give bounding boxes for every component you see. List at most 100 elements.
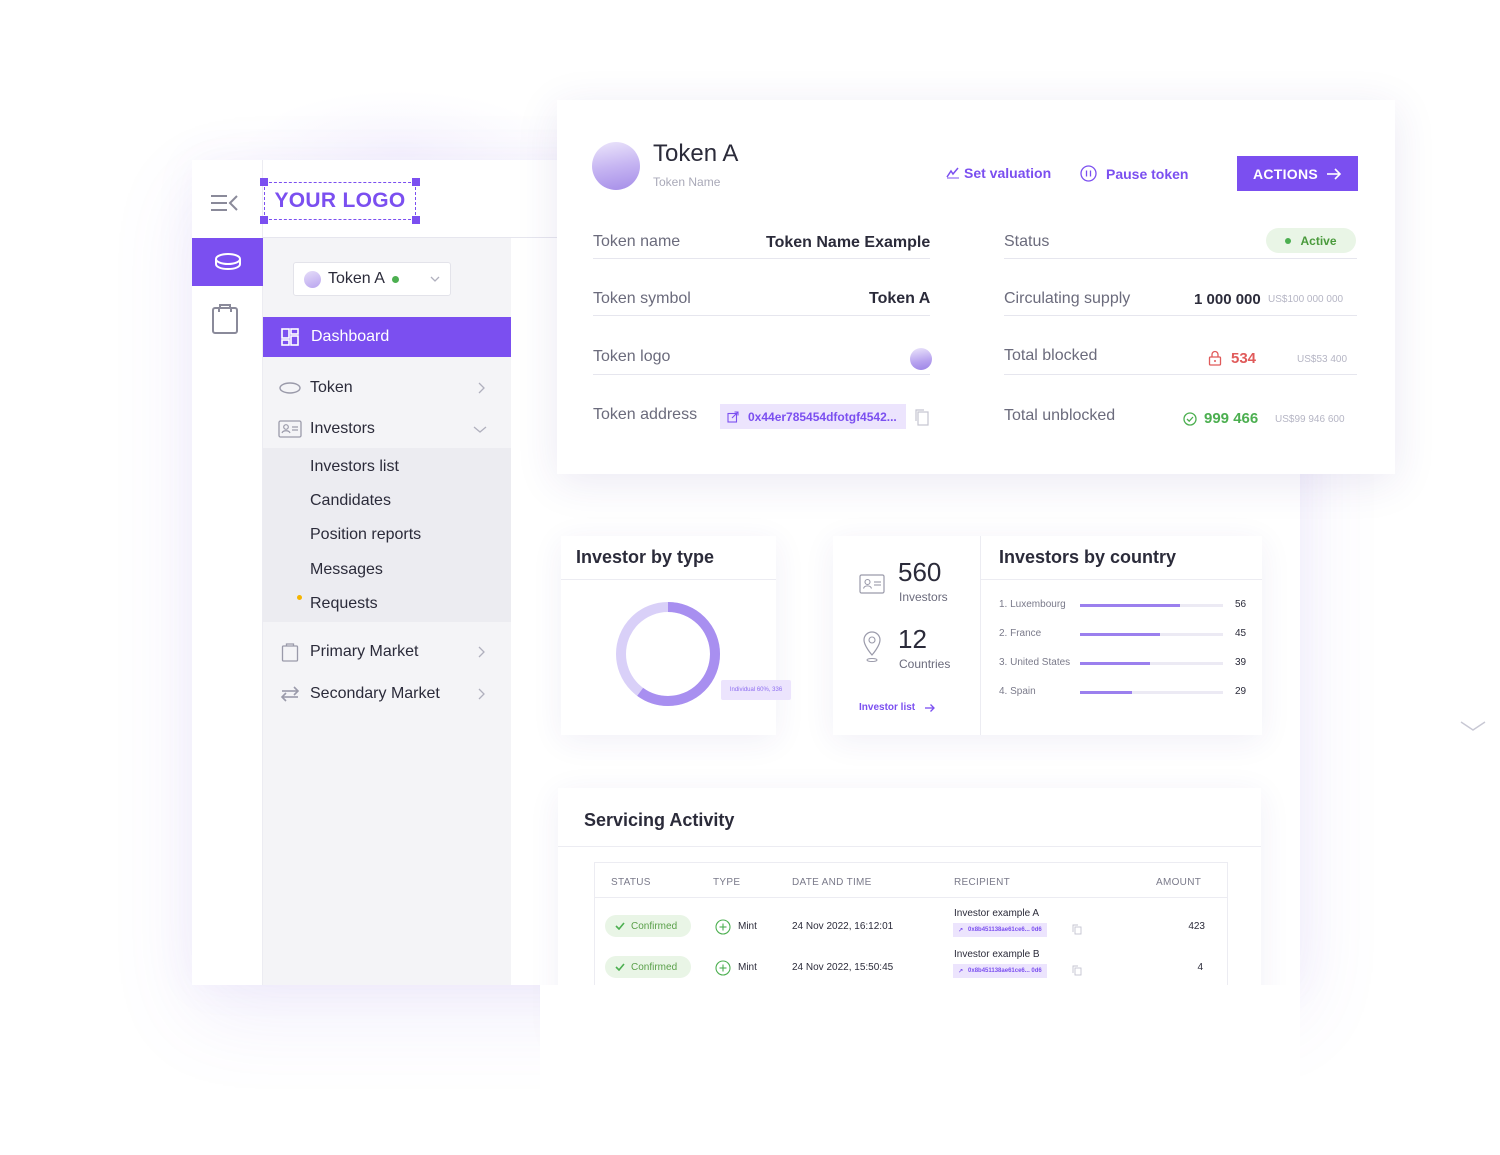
country-name: 2. France <box>999 628 1042 639</box>
token-address-link[interactable]: 0x44er785454dfotgf4542... <box>720 404 906 429</box>
chevron-right-icon <box>478 382 485 394</box>
type-cell: Mint <box>738 962 757 973</box>
external-link-icon <box>727 410 739 423</box>
amount-cell: 423 <box>1188 921 1205 932</box>
online-indicator <box>391 275 399 283</box>
token-selector-label: Token A <box>328 270 385 287</box>
token-selector[interactable]: Token A <box>293 262 451 296</box>
copy-icon[interactable] <box>1072 924 1082 935</box>
column-header-date[interactable]: DATE AND TIME <box>792 877 872 888</box>
transfer-arrows-icon <box>277 684 303 704</box>
sidebar-item-token[interactable]: Token <box>263 368 511 408</box>
token-symbol-label: Token symbol <box>593 290 691 307</box>
pause-token-button[interactable]: Pause token <box>1080 165 1188 182</box>
row-divider <box>593 374 930 375</box>
country-bar <box>1080 662 1150 665</box>
column-header-type[interactable]: TYPE <box>713 877 740 888</box>
country-bar <box>1080 633 1160 636</box>
set-valuation-label: Set valuation <box>964 165 1052 181</box>
copy-icon[interactable] <box>1072 965 1082 976</box>
scroll-down-chevron-icon[interactable] <box>1460 720 1486 732</box>
type-cell: Mint <box>738 921 757 932</box>
rail-token-button[interactable] <box>192 238 263 286</box>
country-row: 3. United States 39 <box>999 657 1249 671</box>
chevron-down-icon <box>473 426 487 433</box>
submenu-messages[interactable]: Messages <box>310 561 383 579</box>
token-address-value: 0x44er785454dfotgf4542... <box>748 409 897 424</box>
country-name: 1. Luxembourg <box>999 599 1066 610</box>
submenu-position-reports[interactable]: Position reports <box>310 526 421 544</box>
token-logo-label: Token logo <box>593 348 671 365</box>
shopping-bag-icon <box>277 642 303 662</box>
recipient-name: Investor example B <box>954 949 1040 960</box>
logo-placeholder: YOUR LOGO <box>260 178 420 224</box>
set-valuation-button[interactable]: Set valuation <box>946 165 1051 181</box>
external-link-icon: ↗ <box>958 968 964 975</box>
page-background <box>540 985 1300 1155</box>
table-row[interactable]: Confirmed Mint 24 Nov 2022, 15:50:45 Inv… <box>595 939 1227 980</box>
servicing-activity-title: Servicing Activity <box>584 810 735 830</box>
column-header-status[interactable]: STATUS <box>611 877 651 888</box>
investor-list-link[interactable]: Investor list <box>859 702 936 713</box>
sidebar-item-secondary-market[interactable]: Secondary Market <box>263 674 511 714</box>
country-value: 29 <box>1235 686 1247 697</box>
total-blocked-label: Total blocked <box>1004 347 1098 364</box>
location-pin-icon <box>863 631 881 662</box>
chevron-down-icon <box>430 276 440 282</box>
row-divider <box>1004 258 1357 259</box>
investors-overview-card: 560 Investors 12 Countries Investor list… <box>833 536 1262 735</box>
country-row: 4. Spain 29 <box>999 686 1249 700</box>
investors-count: 560 <box>898 557 942 587</box>
chevron-right-icon <box>478 646 485 658</box>
status-text: Confirmed <box>631 961 678 973</box>
row-divider <box>593 315 930 316</box>
id-card-icon <box>277 419 303 439</box>
donut-tooltip: Individual 60%, 336 <box>721 680 791 700</box>
sidebar-item-investors[interactable]: Investors <box>263 409 511 449</box>
country-value: 45 <box>1235 628 1247 639</box>
submenu-candidates[interactable]: Candidates <box>310 492 391 510</box>
card-vertical-divider <box>980 536 981 735</box>
token-address-label: Token address <box>593 406 698 423</box>
countries-count-label: Countries <box>899 657 951 671</box>
token-details-card: Token A Token Name Set valuation Pause t… <box>557 100 1395 474</box>
status-badge: Active <box>1266 228 1356 253</box>
table-row[interactable]: Confirmed Mint 24 Nov 2022, 16:12:01 Inv… <box>595 898 1227 939</box>
submenu-requests[interactable]: Requests <box>310 595 378 613</box>
investor-by-type-title: Investor by type <box>576 547 715 567</box>
recipient-hash: 0x8b451138ae61ce6... 0d6 <box>968 968 1042 974</box>
total-blocked-value: 534 <box>1231 350 1257 367</box>
id-card-icon <box>859 574 885 594</box>
collapse-menu-icon[interactable] <box>210 192 240 216</box>
recipient-hash: 0x8b451138ae61ce6... 0d6 <box>968 927 1042 933</box>
sidebar-item-primary-market[interactable]: Primary Market <box>263 632 511 672</box>
resize-handle <box>260 216 268 224</box>
pause-token-label: Pause token <box>1106 165 1189 182</box>
recipient-hash-link[interactable]: ↗ 0x8b451138ae61ce6... 0d6 <box>953 964 1047 978</box>
country-bar <box>1080 604 1180 607</box>
country-row: 2. France 45 <box>999 628 1249 642</box>
check-icon <box>615 922 625 930</box>
submenu-investors-list[interactable]: Investors list <box>310 458 399 476</box>
token-coin-icon <box>304 270 321 288</box>
rail-market-button[interactable] <box>210 300 240 336</box>
total-unblocked-usd: US$99 946 600 <box>1275 414 1345 425</box>
column-header-recipient[interactable]: RECIPIENT <box>954 877 1010 888</box>
chevron-right-icon <box>478 688 485 700</box>
sidebar-item-dashboard[interactable]: Dashboard <box>263 317 511 357</box>
total-unblocked-value: 999 466 <box>1204 410 1259 427</box>
token-symbol-value: Token A <box>869 290 931 307</box>
valuation-icon <box>946 167 959 179</box>
column-header-amount[interactable]: AMOUNT <box>1156 877 1201 888</box>
recipient-hash-link[interactable]: ↗ 0x8b451138ae61ce6... 0d6 <box>953 923 1047 937</box>
sidebar-item-label: Token <box>310 379 353 396</box>
arrow-right-icon <box>925 703 936 712</box>
check-icon <box>615 963 625 971</box>
investor-type-donut <box>616 602 720 706</box>
arrow-right-icon <box>1327 167 1342 180</box>
actions-button[interactable]: ACTIONS <box>1237 156 1358 191</box>
sidebar-item-label: Dashboard <box>311 328 390 345</box>
card-divider <box>981 579 1262 580</box>
card-divider <box>561 579 776 580</box>
copy-icon[interactable] <box>914 408 930 426</box>
